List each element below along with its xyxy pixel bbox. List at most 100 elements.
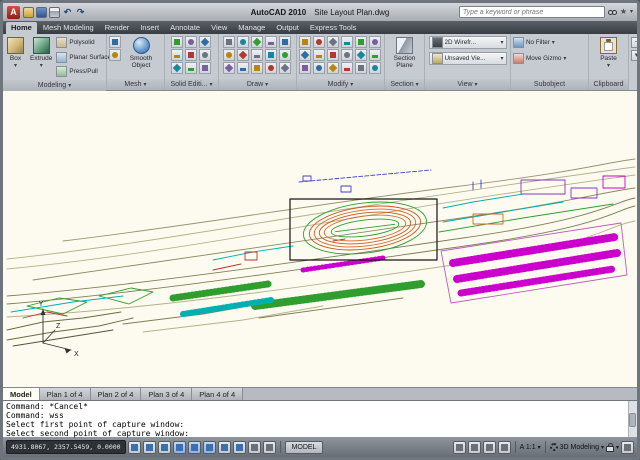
box-button[interactable]: Box ▾	[5, 36, 26, 70]
steering-wheel-button[interactable]	[483, 441, 496, 454]
tool-icon[interactable]	[369, 62, 381, 74]
redo-icon[interactable]: ↷	[75, 7, 86, 18]
open-icon[interactable]	[23, 7, 34, 18]
section-plane-button[interactable]: Section Plane	[388, 36, 422, 70]
tool-icon[interactable]	[355, 49, 367, 61]
tool-icon[interactable]	[327, 62, 339, 74]
panel-title-solid-editing[interactable]: Solid Editi... ▾	[165, 79, 218, 90]
toolbar-lock-icon[interactable]	[606, 446, 614, 452]
otrack-toggle[interactable]	[203, 441, 216, 454]
smooth-object-button[interactable]: Smooth Object	[123, 36, 159, 70]
tab-annotate[interactable]: Annotate	[165, 22, 205, 34]
model-space-button[interactable]: MODEL	[285, 441, 324, 454]
tool-icon[interactable]	[355, 62, 367, 74]
tool-icon[interactable]	[313, 36, 325, 48]
tool-icon[interactable]	[109, 49, 121, 61]
command-scrollbar[interactable]	[628, 401, 637, 437]
tool-icon[interactable]	[327, 49, 339, 61]
panel-title-section[interactable]: Section ▾	[385, 79, 424, 90]
tool-icon[interactable]	[251, 62, 263, 74]
snap-toggle[interactable]	[128, 441, 141, 454]
chevron-down-icon[interactable]: ▾	[616, 444, 619, 451]
search-icon[interactable]	[608, 10, 617, 15]
tab-express-tools[interactable]: Express Tools	[305, 22, 362, 34]
tool-icon[interactable]	[237, 62, 249, 74]
application-menu-button[interactable]: A	[7, 6, 20, 19]
tool-icon[interactable]	[223, 49, 235, 61]
tool-icon[interactable]	[341, 49, 353, 61]
tab-output[interactable]: Output	[271, 22, 304, 34]
tool-icon[interactable]	[185, 36, 197, 48]
layout-tab-model[interactable]: Model	[3, 388, 40, 400]
print-icon[interactable]	[49, 7, 60, 18]
tool-icon[interactable]	[341, 36, 353, 48]
tool-icon[interactable]	[185, 49, 197, 61]
tab-view[interactable]: View	[206, 22, 232, 34]
tab-home[interactable]: Home	[6, 22, 37, 34]
chevron-down-icon[interactable]: ▾	[601, 444, 604, 451]
tool-icon[interactable]	[369, 36, 381, 48]
ducs-toggle[interactable]	[218, 441, 231, 454]
layout-tab-plan-2[interactable]: Plan 2 of 4	[91, 388, 142, 400]
quick-view-drawings-button[interactable]	[468, 441, 481, 454]
tool-icon[interactable]	[251, 36, 263, 48]
panel-title-modify[interactable]: Modify ▾	[297, 79, 384, 90]
undo-icon[interactable]: ↶	[62, 7, 73, 18]
tool-icon[interactable]	[327, 36, 339, 48]
ortho-toggle[interactable]	[158, 441, 171, 454]
tool-icon[interactable]	[251, 49, 263, 61]
tab-insert[interactable]: Insert	[135, 22, 164, 34]
extrude-button[interactable]: Extrude ▾	[28, 36, 54, 70]
tool-icon[interactable]	[199, 36, 211, 48]
show-motion-button[interactable]	[498, 441, 511, 454]
layout-tab-plan-4[interactable]: Plan 4 of 4	[192, 388, 243, 400]
planar-surface-button[interactable]: Planar Surface	[56, 51, 111, 64]
ribbon-minimize-button[interactable]: −	[631, 37, 640, 48]
workspace-switcher[interactable]: 3D Modeling	[560, 444, 599, 451]
scrollbar-thumb[interactable]	[629, 413, 636, 427]
tool-icon[interactable]	[299, 49, 311, 61]
favorites-star-icon[interactable]: ★	[620, 6, 627, 18]
dyn-toggle[interactable]	[233, 441, 246, 454]
tool-icon[interactable]	[223, 36, 235, 48]
tab-manage[interactable]: Manage	[233, 22, 270, 34]
tool-icon[interactable]	[171, 62, 183, 74]
grid-toggle[interactable]	[143, 441, 156, 454]
panel-title-draw[interactable]: Draw ▾	[219, 79, 296, 90]
workspace-gear-icon[interactable]	[550, 443, 558, 451]
tool-icon[interactable]	[313, 49, 325, 61]
panel-title-subobject[interactable]: Subobject	[511, 79, 588, 90]
tool-icon[interactable]	[223, 62, 235, 74]
tool-icon[interactable]	[237, 49, 249, 61]
layout-tab-plan-1[interactable]: Plan 1 of 4	[40, 388, 91, 400]
tab-render[interactable]: Render	[100, 22, 135, 34]
layout-tab-plan-3[interactable]: Plan 3 of 4	[141, 388, 192, 400]
command-line-window[interactable]: Command: *Cancel* Command: wss Select fi…	[3, 400, 637, 437]
panel-title-mesh[interactable]: Mesh ▾	[107, 79, 164, 90]
tool-icon[interactable]	[279, 36, 291, 48]
osnap-toggle[interactable]	[188, 441, 201, 454]
tool-icon[interactable]	[369, 49, 381, 61]
tool-icon[interactable]	[199, 49, 211, 61]
tool-icon[interactable]	[109, 36, 121, 48]
tool-icon[interactable]	[185, 62, 197, 74]
chevron-down-icon[interactable]: ▾	[538, 444, 541, 451]
qp-toggle[interactable]	[263, 441, 276, 454]
tool-icon[interactable]	[265, 62, 277, 74]
tool-icon[interactable]	[279, 62, 291, 74]
press-pull-button[interactable]: Press/Pull	[56, 65, 111, 78]
tool-icon[interactable]	[171, 49, 183, 61]
search-input[interactable]	[459, 6, 605, 18]
annotation-scale-button[interactable]: A 1:1	[520, 444, 536, 451]
polysolid-button[interactable]: Polysolid	[56, 36, 111, 49]
panel-title-clipboard[interactable]: Clipboard	[589, 79, 628, 90]
tool-icon[interactable]	[313, 62, 325, 74]
model-space-viewport[interactable]: Y X Z	[3, 91, 637, 387]
tool-icon[interactable]	[265, 49, 277, 61]
ribbon-overflow-button[interactable]: ▾	[631, 50, 640, 61]
tool-icon[interactable]	[199, 62, 211, 74]
tool-icon[interactable]	[279, 49, 291, 61]
panel-title-view[interactable]: View ▾	[425, 79, 510, 90]
move-gizmo-button[interactable]: Move Gizmo ▾	[513, 52, 566, 65]
panel-title-modeling[interactable]: Modeling ▾	[3, 80, 106, 91]
